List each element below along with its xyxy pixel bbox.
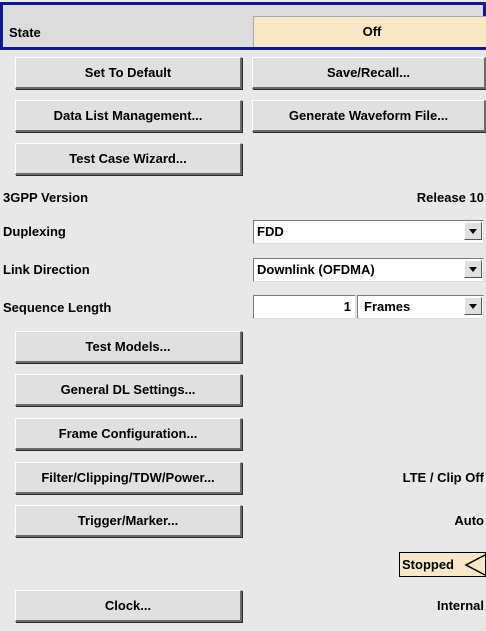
- run-status-indicator: Stopped: [399, 552, 486, 577]
- test-case-wizard-button[interactable]: Test Case Wizard...: [15, 143, 242, 175]
- stopped-arrow-icon: [464, 554, 486, 576]
- test-models-button[interactable]: Test Models...: [15, 331, 242, 363]
- sequence-length-unit-dropdown[interactable]: Frames: [357, 295, 484, 319]
- set-to-default-button[interactable]: Set To Default: [15, 57, 242, 89]
- data-list-management-button[interactable]: Data List Management...: [15, 100, 242, 132]
- filter-clipping-button[interactable]: Filter/Clipping/TDW/Power...: [15, 462, 242, 494]
- run-status-text: Stopped: [402, 557, 454, 572]
- sequence-length-value: 1: [343, 299, 351, 314]
- state-row: State Off: [0, 2, 486, 50]
- trigger-status: Auto: [454, 513, 484, 528]
- sequence-length-input[interactable]: 1: [253, 295, 356, 319]
- link-direction-dropdown[interactable]: Downlink (OFDMA): [253, 258, 484, 282]
- state-label: State: [9, 25, 41, 40]
- sequence-length-unit: Frames: [364, 299, 411, 314]
- link-direction-label: Link Direction: [3, 262, 90, 277]
- filter-status: LTE / Clip Off: [402, 470, 484, 485]
- gpp-version-value: Release 10: [416, 190, 484, 205]
- duplexing-value: FDD: [257, 224, 284, 239]
- trigger-marker-button[interactable]: Trigger/Marker...: [15, 505, 242, 537]
- frame-configuration-button[interactable]: Frame Configuration...: [15, 418, 242, 450]
- chevron-down-icon[interactable]: [464, 222, 482, 240]
- sequence-length-label: Sequence Length: [3, 300, 112, 315]
- clock-button[interactable]: Clock...: [15, 590, 242, 622]
- duplexing-dropdown[interactable]: FDD: [253, 220, 484, 244]
- state-toggle[interactable]: Off: [253, 16, 486, 47]
- chevron-down-icon[interactable]: [464, 260, 482, 278]
- link-direction-value: Downlink (OFDMA): [257, 262, 375, 277]
- gpp-version-label: 3GPP Version: [3, 190, 89, 205]
- clock-status: Internal: [437, 598, 484, 613]
- state-value: Off: [362, 24, 382, 39]
- save-recall-button[interactable]: Save/Recall...: [252, 57, 486, 89]
- chevron-down-icon[interactable]: [464, 297, 482, 315]
- duplexing-label: Duplexing: [3, 224, 66, 239]
- generate-waveform-file-button[interactable]: Generate Waveform File...: [252, 100, 486, 132]
- general-dl-settings-button[interactable]: General DL Settings...: [15, 374, 242, 406]
